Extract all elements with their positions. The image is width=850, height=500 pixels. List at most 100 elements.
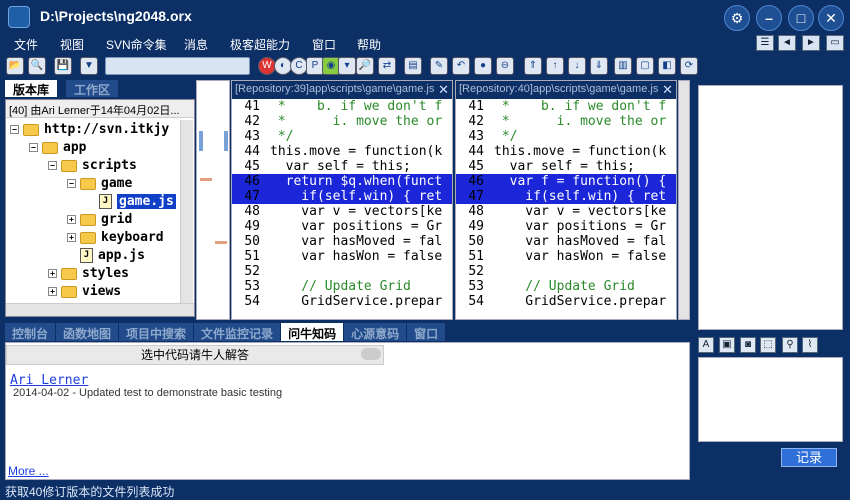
dock-icon[interactable]: ▭ xyxy=(826,35,844,51)
image-icon[interactable]: ▣ xyxy=(719,337,735,353)
code-line[interactable]: 45 var self = this; xyxy=(232,159,452,174)
note-input[interactable] xyxy=(698,357,843,442)
tree-node[interactable]: + styles xyxy=(10,266,176,284)
code-line[interactable]: 43 */ xyxy=(232,129,452,144)
tree-toggle-icon[interactable]: − xyxy=(10,125,19,134)
bottom-tab[interactable]: 函数地图 xyxy=(56,323,120,341)
text-icon[interactable]: A xyxy=(698,337,714,353)
code-line[interactable]: 44 this.move = function(k xyxy=(456,144,676,159)
more-link[interactable]: More ... xyxy=(8,464,49,478)
code-line[interactable]: 51 var hasWon = false xyxy=(232,249,452,264)
open-folder-icon[interactable]: 📂 xyxy=(6,57,24,75)
menu-file[interactable]: 文件 xyxy=(14,36,38,53)
refresh-icon[interactable]: ⟳ xyxy=(680,57,698,75)
code-line[interactable]: 54 GridService.prepar xyxy=(456,294,676,309)
menu-help[interactable]: 帮助 xyxy=(357,36,381,53)
code-line[interactable]: 53 // Update Grid xyxy=(456,279,676,294)
tree-node[interactable]: + grid xyxy=(10,212,176,230)
code-line[interactable]: 54 GridService.prepar xyxy=(232,294,452,309)
filter-icon[interactable]: ▼ xyxy=(80,57,98,75)
tree-vertical-scrollbar[interactable] xyxy=(180,120,193,303)
tree-node[interactable]: + views xyxy=(10,284,176,302)
zoom-icon[interactable]: ⊖ xyxy=(496,57,514,75)
document-icon[interactable]: ▤ xyxy=(404,57,422,75)
code-line[interactable]: 43 */ xyxy=(456,129,676,144)
layout-icon[interactable]: ☰ xyxy=(756,35,774,51)
dropdown-icon[interactable]: ▾ xyxy=(338,57,356,75)
last-diff-icon[interactable]: ⇓ xyxy=(590,57,608,75)
tree-node[interactable]: Japp.js xyxy=(10,248,176,266)
split-icon[interactable]: ◧ xyxy=(658,57,676,75)
code-line[interactable]: 47 if(self.win) { ret xyxy=(456,189,676,204)
ask-expert-button[interactable]: 选中代码请牛人解答 xyxy=(6,345,384,365)
screenshot-icon[interactable]: ⬚ xyxy=(760,337,776,353)
edit-icon[interactable]: ✎ xyxy=(430,57,448,75)
close-button[interactable]: ✕ xyxy=(818,5,844,31)
tree-toggle-icon[interactable]: + xyxy=(67,215,76,224)
menu-messages[interactable]: 消息 xyxy=(184,36,208,53)
menu-view[interactable]: 视图 xyxy=(60,36,84,53)
close-right-pane-icon[interactable]: ✕ xyxy=(662,82,673,98)
tree-toggle-icon[interactable]: − xyxy=(48,161,57,170)
tree-horizontal-scrollbar[interactable] xyxy=(6,303,194,316)
compare-icon[interactable]: ▥ xyxy=(614,57,632,75)
code-line[interactable]: 42 * i. move the or xyxy=(456,114,676,129)
bottom-tab[interactable]: 文件监控记录 xyxy=(194,323,282,341)
code-vertical-scrollbar[interactable] xyxy=(678,80,690,320)
toolbar-search-input[interactable] xyxy=(105,57,250,75)
code-line[interactable]: 52 xyxy=(456,264,676,279)
undo-icon[interactable]: ↶ xyxy=(452,57,470,75)
attach-icon[interactable]: ⌇ xyxy=(802,337,818,353)
code-line[interactable]: 51 var hasWon = false xyxy=(456,249,676,264)
commit-author-link[interactable]: Ari Lerner xyxy=(10,373,88,388)
code-line[interactable]: 46 var f = function() { xyxy=(456,174,676,189)
record-button[interactable]: 记录 xyxy=(781,448,837,467)
bottom-tab[interactable]: 心源意码 xyxy=(344,323,408,341)
menu-svn[interactable]: SVN命令集 xyxy=(106,36,167,53)
tree-toggle-icon[interactable]: + xyxy=(48,269,57,278)
settings-gear-icon[interactable]: ⚙ xyxy=(724,5,750,31)
tree-toggle-icon[interactable]: − xyxy=(67,179,76,188)
code-line[interactable]: 46 return $q.when(funct xyxy=(232,174,452,189)
menu-window[interactable]: 窗口 xyxy=(312,36,336,53)
frame-icon[interactable]: ▢ xyxy=(636,57,654,75)
bottom-tab[interactable]: 窗口 xyxy=(407,323,447,341)
code-line[interactable]: 42 * i. move the or xyxy=(232,114,452,129)
save-icon[interactable]: 💾 xyxy=(54,57,72,75)
code-line[interactable]: 41 * b. if we don't f xyxy=(232,99,452,114)
find-icon[interactable]: 🔎 xyxy=(356,57,374,75)
code-line[interactable]: 44 this.move = function(k xyxy=(232,144,452,159)
forward-icon[interactable]: ► xyxy=(802,35,820,51)
code-line[interactable]: 45 var self = this; xyxy=(456,159,676,174)
code-line[interactable]: 41 * b. if we don't f xyxy=(456,99,676,114)
tree-toggle-icon[interactable]: + xyxy=(67,233,76,242)
tree-node[interactable]: − game xyxy=(10,176,176,194)
tree-node[interactable]: − scripts xyxy=(10,158,176,176)
code-line[interactable]: 52 xyxy=(232,264,452,279)
tree-toggle-icon[interactable]: + xyxy=(48,287,57,296)
code-line[interactable]: 50 var hasMoved = fal xyxy=(456,234,676,249)
diff-overview-gutter[interactable] xyxy=(196,80,230,320)
code-line[interactable]: 49 var positions = Gr xyxy=(456,219,676,234)
tree-node[interactable]: Jgame.js xyxy=(10,194,176,212)
bottom-tab[interactable]: 项目中搜索 xyxy=(119,323,195,341)
tree-node[interactable]: − http://svn.itkjy xyxy=(10,122,176,140)
code-line[interactable]: 50 var hasMoved = fal xyxy=(232,234,452,249)
menu-geek[interactable]: 极客超能力 xyxy=(230,36,290,53)
pin-icon[interactable]: ⚲ xyxy=(782,337,798,353)
code-line[interactable]: 47 if(self.win) { ret xyxy=(232,189,452,204)
search-repo-icon[interactable]: 🔍 xyxy=(28,57,46,75)
bottom-tab[interactable]: 问牛知码 xyxy=(281,323,345,341)
next-diff-icon[interactable]: ↓ xyxy=(568,57,586,75)
close-left-pane-icon[interactable]: ✕ xyxy=(438,82,449,98)
minimize-button[interactable]: – xyxy=(756,5,782,31)
prev-diff-icon[interactable]: ↑ xyxy=(546,57,564,75)
code-line[interactable]: 48 var v = vectors[ke xyxy=(456,204,676,219)
bottom-tab[interactable]: 控制台 xyxy=(5,323,57,341)
maximize-button[interactable]: □ xyxy=(788,5,814,31)
record-icon[interactable]: ● xyxy=(474,57,492,75)
code-line[interactable]: 53 // Update Grid xyxy=(232,279,452,294)
code-line[interactable]: 48 var v = vectors[ke xyxy=(232,204,452,219)
tree-toggle-icon[interactable]: − xyxy=(29,143,38,152)
tree-node[interactable]: − app xyxy=(10,140,176,158)
